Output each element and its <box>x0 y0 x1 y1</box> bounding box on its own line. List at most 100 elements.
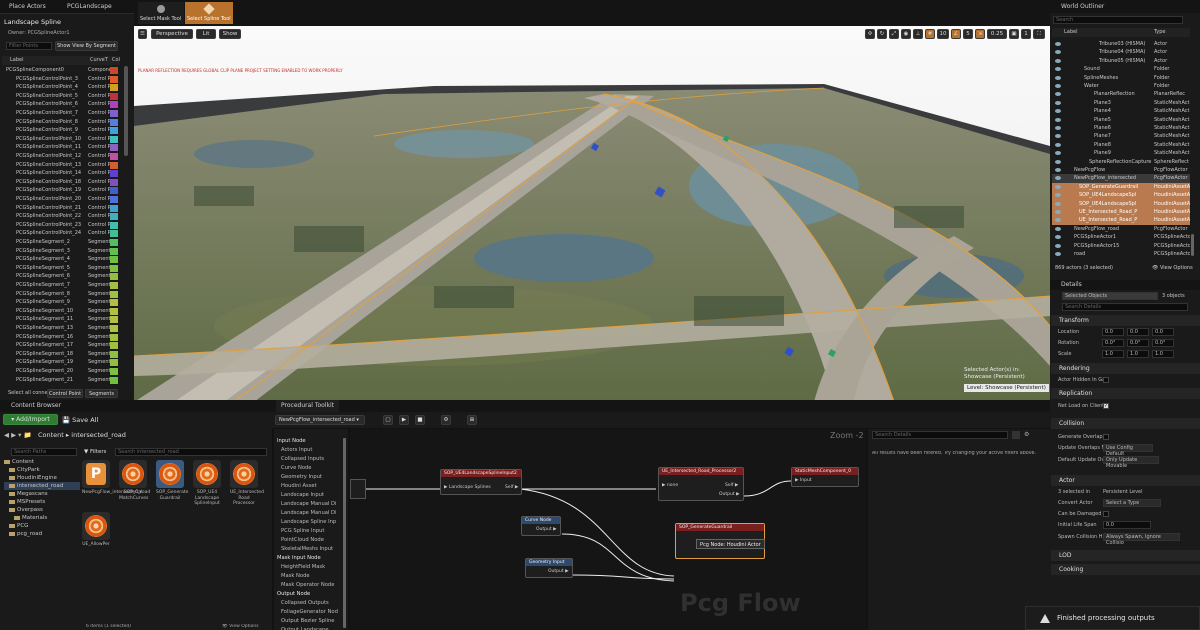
folder-tree-item[interactable]: Content <box>4 458 80 466</box>
outliner-search-input[interactable]: Search <box>1053 16 1183 24</box>
outliner-row[interactable]: UE_Intersected_Road_P HoudiniAssetA <box>1052 208 1190 217</box>
selected-objects-field[interactable]: Selected Objects <box>1062 292 1158 300</box>
outliner-row[interactable]: Plane6 StaticMeshAct <box>1052 124 1190 132</box>
default-update-select[interactable]: Only Update Movable <box>1103 456 1159 469</box>
spline-row[interactable]: PCGSplineComponent0 Compone <box>2 66 120 75</box>
spline-row[interactable]: PCGSplineControlPoint_24 Control P <box>2 229 120 238</box>
spline-row-color-swatch[interactable] <box>110 221 118 229</box>
palette-item[interactable]: Landscape Manual Di <box>274 509 348 518</box>
node-static-mesh[interactable]: StaticMeshComponent_0 ▶ Input <box>791 467 859 487</box>
spline-row[interactable]: PCGSplineControlPoint_22 Control P <box>2 212 120 221</box>
visibility-eye-icon[interactable] <box>1055 126 1061 130</box>
spline-row-color-swatch[interactable] <box>110 273 118 281</box>
spline-row-color-swatch[interactable] <box>110 144 118 152</box>
visibility-eye-icon[interactable] <box>1055 117 1061 122</box>
spline-row-color-swatch[interactable] <box>110 247 118 255</box>
offscreen-node[interactable] <box>350 479 366 499</box>
camera-speed-value[interactable]: 1 <box>1021 29 1031 39</box>
spawn-collision-select[interactable]: Always Spawn, Ignore Collisio <box>1103 533 1180 546</box>
pin-none[interactable]: ▶ none <box>662 483 678 488</box>
outliner-row[interactable]: SphereReflectionCapture SphereReflect <box>1052 158 1190 166</box>
spline-row-color-swatch[interactable] <box>110 282 118 289</box>
settings-icon[interactable]: ⚙ <box>441 415 451 425</box>
folder-tree-item[interactable]: intersected_road <box>4 482 80 490</box>
spline-row-color-swatch[interactable] <box>110 333 118 341</box>
surface-snap-icon[interactable]: ⊥ <box>913 29 923 39</box>
scale-icon[interactable]: ⤢ <box>889 29 899 39</box>
scale-y[interactable]: 1.0 <box>1127 350 1149 358</box>
spline-row[interactable]: PCGSplineSegment_21 Segment <box>2 376 120 384</box>
visibility-eye-icon[interactable] <box>1055 84 1061 88</box>
spline-row[interactable]: PCGSplineSegment_7 Segment <box>2 281 120 290</box>
spline-row[interactable]: PCGSplineSegment_19 Segment <box>2 358 120 367</box>
stop-icon[interactable]: ■ <box>415 415 425 425</box>
visibility-eye-icon[interactable] <box>1055 134 1061 139</box>
spline-row[interactable]: PCGSplineControlPoint_13 Control P <box>2 161 120 170</box>
spline-row[interactable]: PCGSplineSegment_4 Segment <box>2 255 120 264</box>
control-point-button[interactable]: Control Point <box>47 389 83 398</box>
layout-icon[interactable]: ⊞ <box>467 415 477 425</box>
grid-snap-value[interactable]: 10 <box>937 29 949 39</box>
rotation-y[interactable]: 0.0° <box>1127 339 1149 347</box>
spline-row-color-swatch[interactable] <box>110 110 118 117</box>
convert-actor-select[interactable]: Select a Type <box>1103 499 1161 507</box>
pin-geometry-output[interactable]: Output ▶ <box>548 569 569 574</box>
palette-category[interactable]: Input Node <box>274 437 348 446</box>
palette-item[interactable]: Landscape Manual Di <box>274 500 348 509</box>
palette-item[interactable]: HeightField Mask <box>274 563 348 572</box>
folder-tree-item[interactable]: CityPark <box>4 466 80 474</box>
spline-row[interactable]: PCGSplineControlPoint_10 Control P <box>2 135 120 144</box>
spline-row-color-swatch[interactable] <box>110 350 118 358</box>
visibility-eye-icon[interactable] <box>1055 252 1061 256</box>
outliner-row[interactable]: PCGSplineActor1 PCGSplineActo <box>1052 233 1190 241</box>
spline-row-color-swatch[interactable] <box>110 127 118 135</box>
spline-row-color-swatch[interactable] <box>110 299 118 307</box>
select-all-connected[interactable]: Select all conne <box>8 390 48 396</box>
asset-tile[interactable]: SOP_Cal MatchCurves <box>119 460 148 501</box>
outliner-scrollbar[interactable] <box>1191 234 1194 256</box>
level-viewport[interactable]: ☰ Perspective Lit Show ✣ ↻ ⤢ ◉ ⊥ # 10 ∠ … <box>134 26 1050 402</box>
spline-row[interactable]: PCGSplineSegment_11 Segment <box>2 315 120 324</box>
outliner-row[interactable]: Sound Folder <box>1052 65 1190 73</box>
scale-x[interactable]: 1.0 <box>1102 350 1124 358</box>
outliner-row[interactable]: Tribune04 (HISMA) Actor <box>1052 48 1190 56</box>
visibility-eye-icon[interactable] <box>1055 210 1061 214</box>
rotation-snap-value[interactable]: 5 <box>963 29 973 39</box>
palette-item[interactable]: Landscape Input <box>274 491 348 500</box>
visibility-eye-icon[interactable] <box>1055 243 1061 248</box>
spline-row-color-swatch[interactable] <box>110 153 118 160</box>
visibility-eye-icon[interactable] <box>1055 42 1061 46</box>
new-graph-icon[interactable]: ▢ <box>383 415 393 425</box>
spline-row[interactable]: PCGSplineControlPoint_20 Control P <box>2 195 120 204</box>
outliner-row[interactable]: Plane7 StaticMeshAct <box>1052 132 1190 140</box>
spline-row[interactable]: PCGSplineControlPoint_14 Control P <box>2 169 120 178</box>
spline-row[interactable]: PCGSplineControlPoint_5 Control P <box>2 92 120 101</box>
search-paths-input[interactable]: Search Paths <box>11 448 77 456</box>
spline-row-color-swatch[interactable] <box>110 376 118 384</box>
save-all-button[interactable]: 💾 Save All <box>62 416 98 424</box>
spline-row-color-swatch[interactable] <box>110 196 118 203</box>
outliner-row[interactable]: PlanarReflection PlanarReflec <box>1052 90 1190 98</box>
spline-row[interactable]: PCGSplineSegment_2 Segment <box>2 238 120 247</box>
spline-row[interactable]: PCGSplineControlPoint_8 Control P <box>2 118 120 127</box>
visibility-eye-icon[interactable] <box>1055 201 1061 206</box>
tab-pcg-landscape[interactable]: PCGLandscape <box>62 1 117 13</box>
spline-row-color-swatch[interactable] <box>110 204 118 212</box>
spline-row-color-swatch[interactable] <box>110 325 118 332</box>
breadcrumb-content[interactable]: Content <box>38 431 64 439</box>
spline-row-color-swatch[interactable] <box>110 170 118 178</box>
visibility-eye-icon[interactable] <box>1055 58 1061 63</box>
spline-row-color-swatch[interactable] <box>110 118 118 126</box>
rotation-x[interactable]: 0.0° <box>1102 339 1124 347</box>
rotation-snap-icon[interactable]: ∠ <box>951 29 961 39</box>
spline-row[interactable]: PCGSplineSegment_17 Segment <box>2 341 120 350</box>
pin-landscape-splines[interactable]: ▶ Landscape Splines <box>444 485 491 490</box>
outliner-row[interactable]: Water Folder <box>1052 82 1190 90</box>
can-be-damaged-checkbox[interactable] <box>1103 511 1109 517</box>
outliner-row[interactable]: PCGSplineActor15 PCGSplineActo <box>1052 242 1190 250</box>
spline-row[interactable]: PCGSplineSegment_18 Segment <box>2 350 120 359</box>
camera-speed-icon[interactable]: ▣ <box>1009 29 1019 39</box>
lit-button[interactable]: Lit <box>196 29 216 39</box>
spline-row-color-swatch[interactable] <box>110 213 118 221</box>
nav-back-forward[interactable]: ◀ ▶ ▾ 📁 <box>4 431 32 439</box>
